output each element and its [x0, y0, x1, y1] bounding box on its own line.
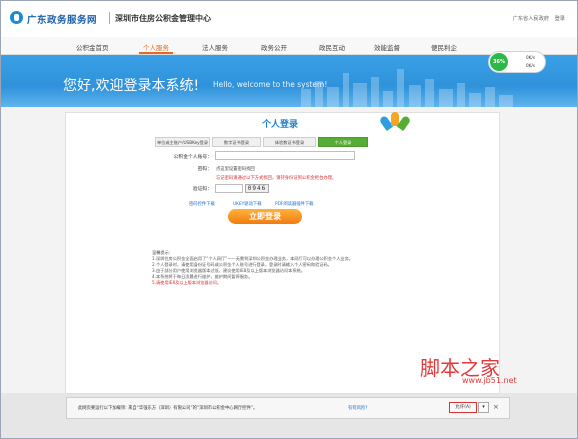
allow-button[interactable]: 允许(A)	[449, 402, 477, 413]
welcome-text: 您好,欢迎登录本系统!	[63, 78, 200, 94]
tab-cert-login[interactable]: 数字证书登录	[212, 137, 261, 147]
nav-item-interaction[interactable]: 政民互动	[319, 42, 345, 52]
top-links: 广东省人民政府 登录	[509, 15, 565, 22]
welcome-text-en: Hello, welcome to the system!	[213, 80, 328, 89]
chevron-down-icon[interactable]: ▾	[478, 402, 489, 413]
nav-item-corporate[interactable]: 法人服务	[202, 42, 228, 52]
notification-risk-link[interactable]: 有何风险?	[348, 405, 367, 411]
tips-section: 温馨提示： 1.深圳住房公积金全面启用了“个人网厅”——无需到深圳公积金办理业务…	[152, 250, 482, 286]
nav-item-home[interactable]: 公积金首页	[76, 42, 109, 52]
captcha-input[interactable]	[215, 184, 243, 193]
download-speed: 0K/s	[526, 63, 536, 68]
city-skyline-graphic	[301, 67, 521, 107]
nav-item-public[interactable]: 政务公开	[261, 42, 287, 52]
notification-text: 此网页要运行以下加载项: 来自“华强东方（深圳）有限公司”的“深圳市公积金中心网…	[78, 406, 258, 411]
top-header: 广东政务服务网 深圳市住房公积金管理中心 广东省人民政府 登录	[1, 1, 577, 37]
speed-percent: 36%	[490, 53, 508, 71]
tab-personal-login[interactable]: 个人登录	[318, 137, 368, 147]
account-label: 公积金个人账号：	[173, 155, 212, 160]
link-login[interactable]: 登录	[555, 16, 565, 22]
nav-item-convenience[interactable]: 便民利企	[431, 42, 457, 52]
center-name: 深圳市住房公积金管理中心	[115, 14, 211, 23]
nav-active-indicator	[139, 52, 173, 54]
main-nav: 公积金首页 个人服务 法人服务 政务公开 政民互动 效能监督 便民利企	[1, 37, 577, 55]
header-divider	[109, 12, 110, 24]
close-icon[interactable]: ×	[493, 403, 499, 411]
password-warning: 忘记密码请通过以下方式找回，请持身份证到公积金柜台办理。	[216, 176, 337, 181]
link-password-plugin[interactable]: 密码控件下载	[189, 201, 215, 207]
gov-site-name[interactable]: 广东政务服务网	[27, 12, 97, 26]
link-ukey-driver[interactable]: UKEY驱动下载	[233, 201, 262, 207]
captcha-image[interactable]: 0946	[245, 184, 269, 193]
account-input[interactable]	[215, 151, 355, 160]
password-label: 密码：	[197, 167, 212, 172]
link-province-gov[interactable]: 广东省人民政府	[513, 16, 549, 22]
login-title: 个人登录	[262, 120, 299, 130]
nav-item-supervision[interactable]: 效能监督	[374, 42, 400, 52]
watermark-site: www.jb51.net	[462, 376, 517, 385]
tip-line-red: 5.请使用IE8及以上版本浏览器访问。	[152, 280, 222, 285]
nav-item-personal[interactable]: 个人服务	[143, 42, 169, 52]
link-pdf-plugin[interactable]: PDF阅读器插件下载	[275, 201, 313, 207]
login-button[interactable]: 立即登录	[228, 209, 302, 224]
tab-unit-login[interactable]: 单位或主账户/USBKey登录	[155, 137, 210, 147]
gov-logo-icon	[10, 11, 23, 24]
tab-trial-cert-login[interactable]: 体验数证书登录	[263, 137, 316, 147]
captcha-label: 验证码：	[192, 187, 212, 192]
decorative-ornament-icon	[378, 110, 412, 132]
password-hint[interactable]: 点这里设置密码找回	[216, 166, 255, 172]
upload-speed: 0K/s	[526, 55, 536, 60]
